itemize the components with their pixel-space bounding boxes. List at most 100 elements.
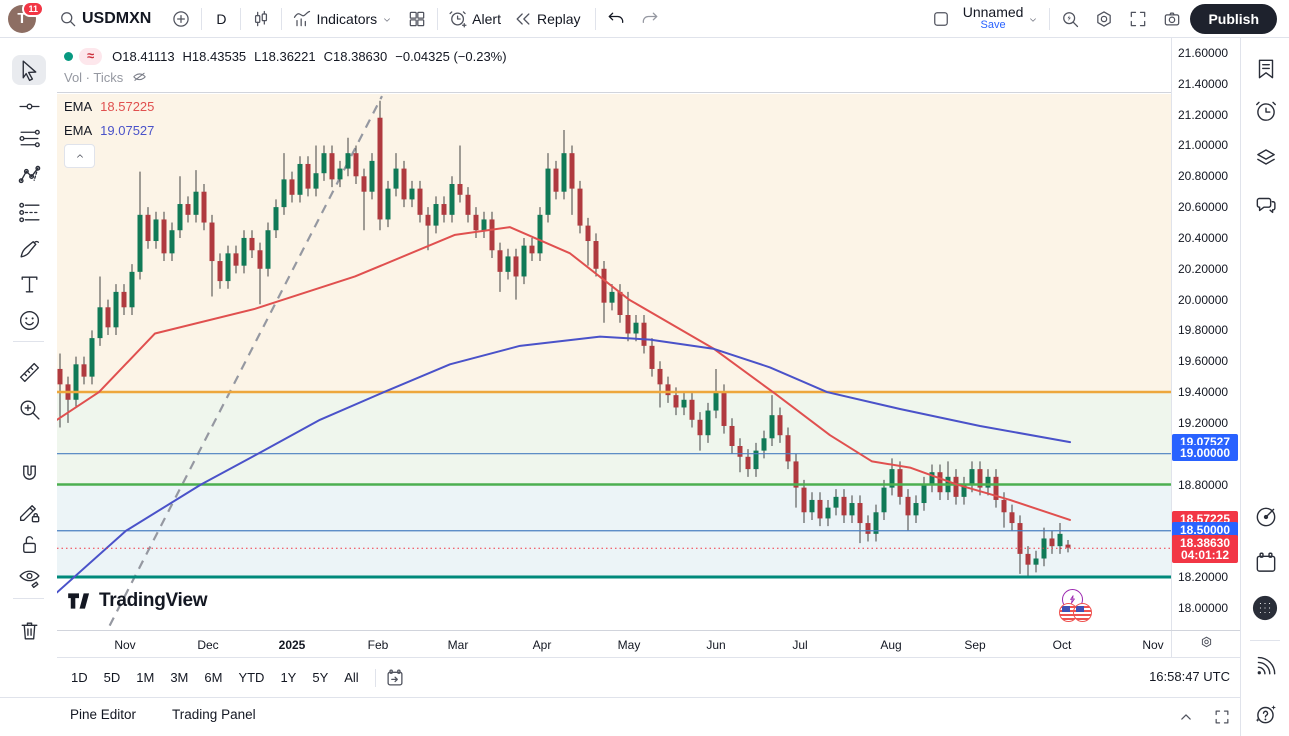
- hide-tool[interactable]: [15, 563, 43, 591]
- range-buttons: 1D5D1M3M6MYTD1Y5YAll: [63, 665, 367, 690]
- month-label: Nov: [105, 638, 145, 652]
- panel-collapse-icon[interactable]: [1176, 707, 1196, 727]
- undo-icon[interactable]: [606, 9, 626, 29]
- help-icon[interactable]: [1252, 700, 1280, 728]
- time-axis[interactable]: NovDec2025FebMarAprMayJunJulAugSepOctNov: [57, 630, 1171, 657]
- ohlc-part: H18.43535: [183, 49, 247, 64]
- pattern-tool[interactable]: [15, 161, 43, 189]
- chat-icon[interactable]: [1252, 191, 1280, 219]
- watermark-text: TradingView: [99, 590, 207, 612]
- price-tick: 20.80000: [1178, 169, 1238, 183]
- ema-fast-value: 18.57225: [100, 99, 154, 114]
- layout-icon[interactable]: [931, 9, 951, 29]
- text-tool[interactable]: [15, 270, 43, 298]
- month-label: Jun: [696, 638, 736, 652]
- symbol-name[interactable]: USDMXN: [82, 10, 151, 28]
- volume-indicator-label[interactable]: Vol · Ticks: [64, 70, 123, 85]
- legend-collapse-button[interactable]: [64, 144, 95, 168]
- toolbar-divider: [13, 598, 44, 599]
- time-axis-settings-icon[interactable]: [1198, 634, 1215, 651]
- month-label: Nov: [1133, 638, 1173, 652]
- indicator-templates-icon[interactable]: [407, 9, 427, 29]
- snapshot-camera-icon[interactable]: [1162, 9, 1182, 29]
- layout-name-menu[interactable]: Unnamed Save: [963, 6, 1024, 32]
- price-badge: 19.00000: [1172, 445, 1238, 461]
- search-icon[interactable]: [58, 9, 78, 29]
- publish-button[interactable]: Publish: [1190, 4, 1277, 34]
- change-value: −0.04325 (−0.23%): [395, 49, 506, 64]
- redo-icon[interactable]: [640, 9, 660, 29]
- magnet-tool[interactable]: [15, 460, 43, 488]
- trendline-tool[interactable]: [15, 92, 43, 120]
- zoom-tool[interactable]: [15, 395, 43, 423]
- tab-pine-editor[interactable]: Pine Editor: [70, 707, 136, 722]
- indicators-icon[interactable]: [292, 9, 312, 29]
- range-button-all[interactable]: All: [336, 665, 366, 690]
- price-tick: 21.40000: [1178, 77, 1238, 91]
- server-clock[interactable]: 16:58:47 UTC: [1110, 669, 1230, 684]
- hotlist-icon[interactable]: [1252, 503, 1280, 531]
- range-button-1y[interactable]: 1Y: [272, 665, 304, 690]
- us-economic-events-marker[interactable]: [1059, 603, 1092, 622]
- watchlist-icon[interactable]: [1252, 55, 1280, 83]
- fullscreen-icon[interactable]: [1128, 9, 1148, 29]
- chevron-down-icon[interactable]: [381, 13, 393, 25]
- price-axis[interactable]: [1171, 38, 1240, 657]
- apps-icon[interactable]: [1249, 592, 1281, 624]
- alerts-icon[interactable]: [1252, 97, 1280, 125]
- range-button-5y[interactable]: 5Y: [304, 665, 336, 690]
- month-label: Dec: [188, 638, 228, 652]
- forecast-tool[interactable]: [15, 198, 43, 226]
- top-toolbar: T 11 USDMXN D Indicators Alert Replay Un…: [0, 0, 1289, 38]
- us-flag-icon: [1073, 603, 1092, 622]
- brush-tool[interactable]: [15, 234, 43, 262]
- price-badge: 18.3863004:01:12: [1172, 535, 1238, 563]
- alert-icon[interactable]: [448, 9, 468, 29]
- range-button-ytd[interactable]: YTD: [230, 665, 272, 690]
- range-button-3m[interactable]: 3M: [162, 665, 196, 690]
- delete-tool[interactable]: [15, 616, 43, 644]
- chart-legend: ≈ O18.41113H18.43535L18.36221C18.38630 −…: [64, 46, 507, 86]
- toolbar-divider: [13, 341, 44, 342]
- market-status-dot: [64, 52, 73, 61]
- eye-slash-icon[interactable]: [131, 69, 148, 86]
- alert-button[interactable]: Alert: [472, 11, 501, 27]
- cursor-tool[interactable]: [12, 55, 46, 85]
- chart-style-icon[interactable]: [251, 9, 271, 29]
- user-avatar[interactable]: T 11: [8, 5, 36, 33]
- pane-separator[interactable]: [57, 92, 1171, 93]
- tab-trading-panel[interactable]: Trading Panel: [172, 707, 256, 722]
- range-button-5d[interactable]: 5D: [96, 665, 129, 690]
- fib-tool[interactable]: [15, 124, 43, 152]
- save-button[interactable]: Save: [981, 19, 1006, 32]
- indicators-button[interactable]: Indicators: [316, 11, 377, 27]
- lock-tool[interactable]: [15, 530, 43, 558]
- price-chart[interactable]: [57, 94, 1171, 630]
- broadcast-icon[interactable]: [1252, 652, 1280, 680]
- goto-date-icon[interactable]: [384, 667, 406, 689]
- price-tick: 20.40000: [1178, 231, 1238, 245]
- compare-add-icon[interactable]: [171, 9, 191, 29]
- layout-name: Unnamed: [963, 6, 1024, 19]
- settings-icon[interactable]: [1094, 9, 1114, 29]
- range-button-1d[interactable]: 1D: [63, 665, 96, 690]
- price-tick: 19.20000: [1178, 416, 1238, 430]
- panel-expand-icon[interactable]: [1212, 707, 1232, 727]
- ema-fast-legend[interactable]: EMA 18.57225: [64, 99, 154, 114]
- timeframe-button[interactable]: D: [216, 11, 226, 27]
- range-bar: 1D5D1M3M6MYTD1Y5YAll: [57, 657, 1240, 697]
- range-button-1m[interactable]: 1M: [128, 665, 162, 690]
- range-button-6m[interactable]: 6M: [196, 665, 230, 690]
- ema-slow-legend[interactable]: EMA 19.07527: [64, 123, 154, 138]
- ema-label: EMA: [64, 123, 92, 138]
- draw-lock-tool[interactable]: [15, 498, 43, 526]
- price-tick: 20.60000: [1178, 200, 1238, 214]
- quick-search-icon[interactable]: [1060, 9, 1080, 29]
- measure-tool[interactable]: [15, 358, 43, 386]
- replay-button[interactable]: Replay: [537, 11, 581, 27]
- replay-icon[interactable]: [513, 9, 533, 29]
- emoji-tool[interactable]: [15, 306, 43, 334]
- object-tree-icon[interactable]: [1252, 143, 1280, 171]
- layout-chevron-icon[interactable]: [1027, 13, 1039, 25]
- calendar-icon[interactable]: [1252, 549, 1280, 577]
